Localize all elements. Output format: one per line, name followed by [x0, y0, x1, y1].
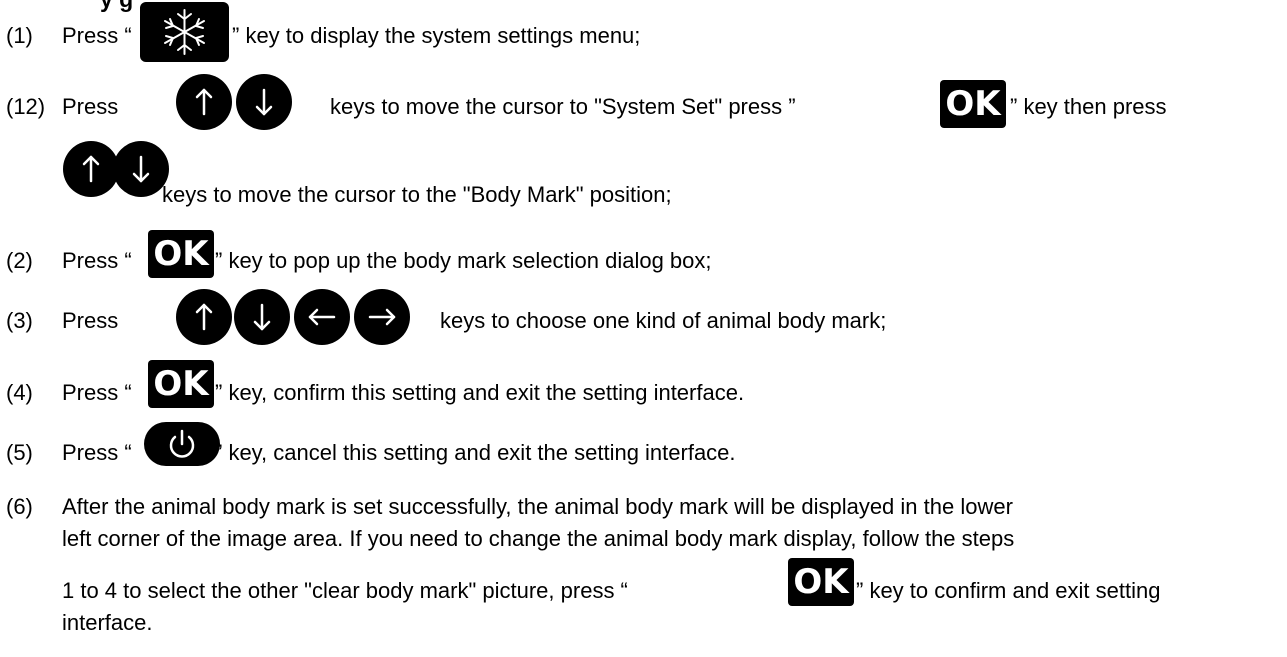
step-text-mid2: ” key then press: [1010, 94, 1167, 119]
step-text-post: ” key to pop up the body mark selection …: [215, 248, 712, 273]
step-text-line1: After the animal body mark is set succes…: [62, 494, 1013, 519]
step-text-post: ” key, confirm this setting and exit the…: [215, 380, 745, 405]
step-number: (12): [6, 94, 46, 119]
step-1: (1) Press “ ” key to display the system …: [0, 2, 1287, 66]
step-number: (3): [6, 308, 33, 333]
step-4: (4) Press “ OK ” key, confirm this setti…: [0, 358, 1287, 408]
direction-keys: [175, 286, 415, 354]
step-text-cont: keys to move the cursor to the "Body Mar…: [162, 182, 672, 207]
step-text-mid: keys to move the cursor to "System Set" …: [330, 94, 796, 119]
step-text-post: ” key, cancel this setting and exit the …: [215, 440, 736, 465]
step-text-pre: Press “: [62, 23, 132, 48]
step-text-post: keys to choose one kind of animal body m…: [440, 308, 887, 333]
freeze-key: [140, 2, 229, 68]
step-text-pre: Press: [62, 308, 119, 333]
ok-key: OK: [788, 558, 854, 606]
step-number: (1): [6, 23, 33, 48]
power-icon: [144, 422, 220, 466]
step-text-line3b: ” key to confirm and exit setting: [856, 578, 1161, 603]
freeze-icon: [140, 2, 229, 62]
step-12: (12) Press keys to move the cursor to "S…: [0, 74, 1287, 142]
step-text-pre: Press: [62, 94, 119, 119]
ok-key: OK: [940, 80, 1006, 128]
step-number: (5): [6, 440, 33, 465]
direction-arrow-icons: [176, 289, 410, 345]
document-page: y g (1) Press “ ” key to dis: [0, 0, 1287, 657]
step-text-line3a: 1 to 4 to select the other "clear body m…: [62, 578, 628, 603]
step-text-line4: interface.: [62, 610, 153, 635]
power-key: [142, 420, 222, 474]
step-text-post: ” key to display the system settings men…: [232, 23, 641, 48]
ok-key: OK: [148, 360, 214, 408]
up-down-arrow-icons: [176, 74, 292, 130]
step-text-pre: Press “: [62, 440, 132, 465]
step-number: (4): [6, 380, 33, 405]
step-6: (6) After the animal body mark is set su…: [0, 484, 1287, 654]
step-text-pre: Press “: [62, 380, 132, 405]
step-number: (6): [6, 494, 33, 519]
step-12-cont: keys to move the cursor to the "Body Mar…: [0, 141, 1287, 207]
step-text-pre: Press “: [62, 248, 132, 273]
step-text-line2: left corner of the image area. If you ne…: [62, 526, 1015, 551]
step-2: (2) Press “ OK ” key to pop up the body …: [0, 228, 1287, 278]
step-number: (2): [6, 248, 33, 273]
ok-key: OK: [148, 230, 214, 278]
step-3: (3) Press keys to choose one kind of ani…: [0, 286, 1287, 346]
up-down-keys: [175, 72, 295, 138]
step-5: (5) Press “ ” key, cancel this setting a…: [0, 418, 1287, 468]
